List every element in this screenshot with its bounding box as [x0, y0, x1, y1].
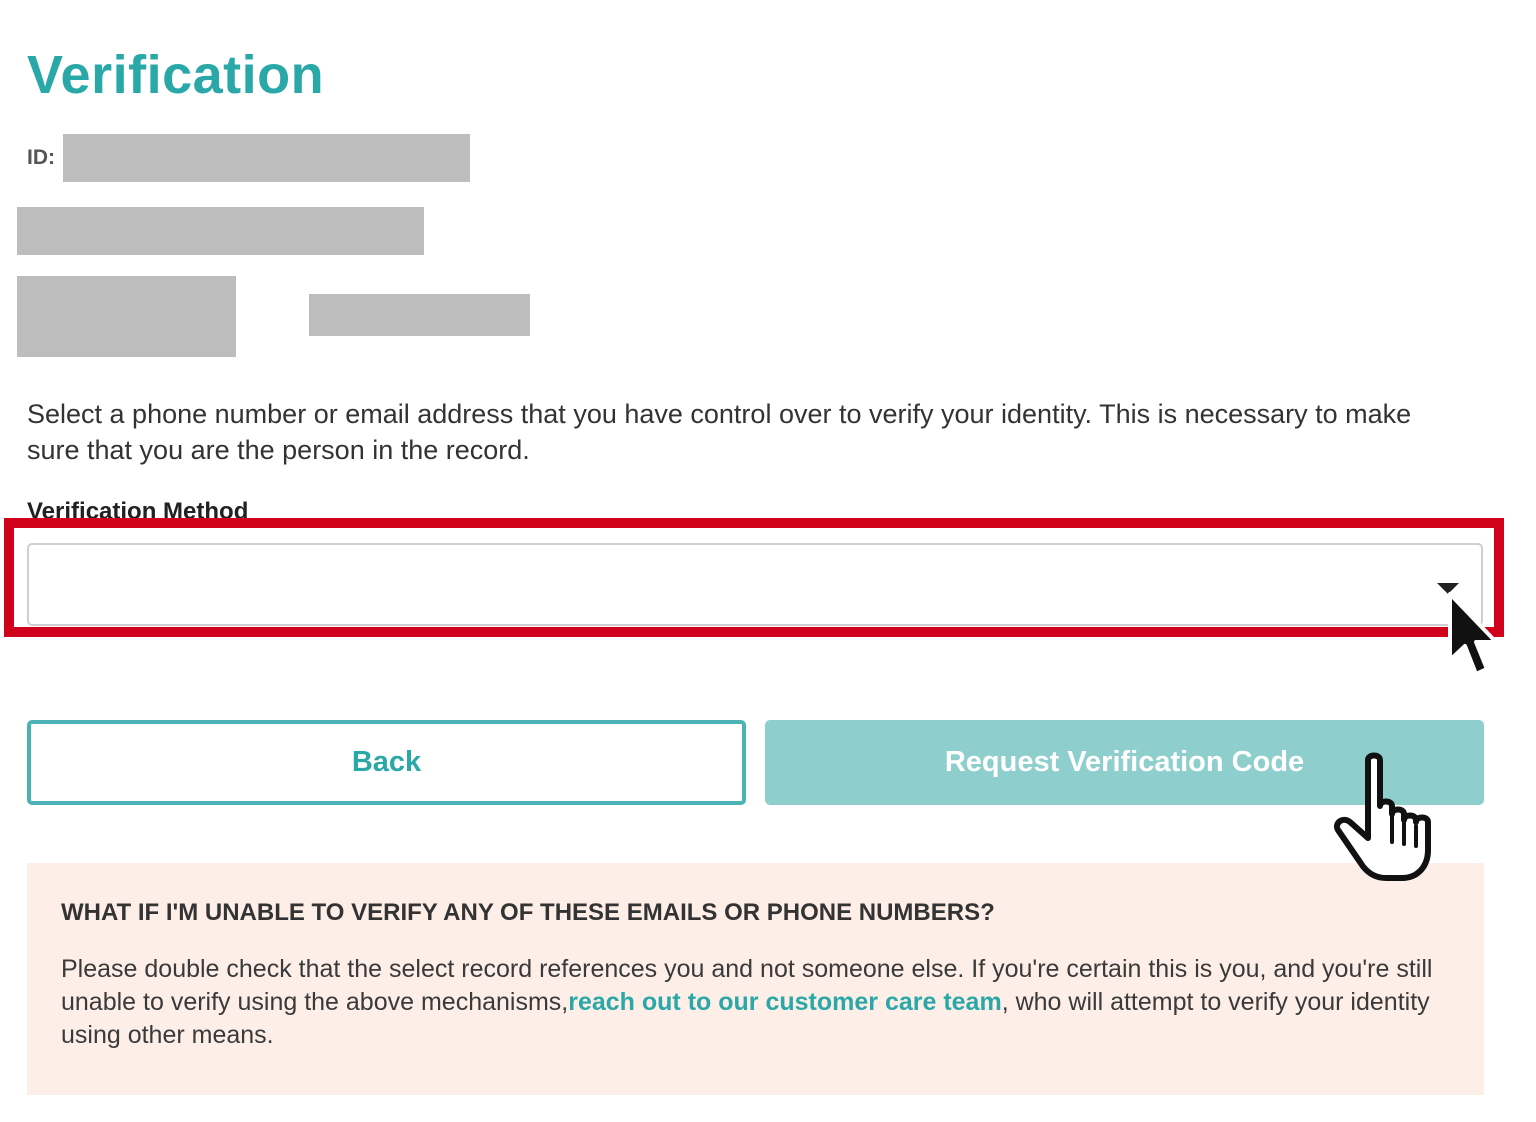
- redacted-name: [17, 207, 424, 255]
- instructions-text: Select a phone number or email address t…: [27, 399, 1412, 465]
- back-button[interactable]: Back: [27, 720, 746, 805]
- hand-pointer-icon: [1334, 752, 1431, 881]
- page-title: Verification: [27, 45, 325, 105]
- verification-method-select[interactable]: [27, 543, 1483, 626]
- id-label: ID:: [27, 146, 55, 169]
- customer-care-link[interactable]: reach out to our customer care team: [568, 988, 1001, 1016]
- verification-page: Verification ID: Select a phone number o…: [0, 0, 1536, 1122]
- redacted-id-value: [63, 134, 470, 182]
- verification-method-label: Verification Method: [27, 498, 249, 525]
- arrow-cursor-icon: [1448, 592, 1498, 676]
- redacted-details-secondary: [309, 294, 530, 336]
- redacted-details: [17, 276, 236, 357]
- help-title: WHAT IF I'M UNABLE TO VERIFY ANY OF THES…: [61, 899, 995, 926]
- help-body: Please double check that the select reco…: [61, 953, 1450, 1052]
- help-panel: WHAT IF I'M UNABLE TO VERIFY ANY OF THES…: [27, 863, 1484, 1095]
